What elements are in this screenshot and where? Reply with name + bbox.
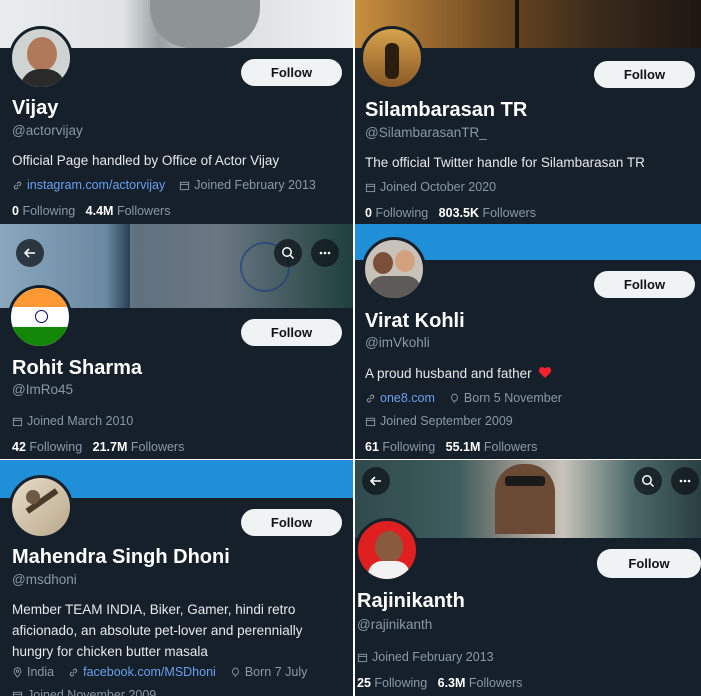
profile-handle: @msdhoni (12, 572, 77, 587)
profile-stats: 0 Following 4.4M Followers (12, 204, 170, 218)
profile-name: Silambarasan TR (365, 99, 528, 121)
follow-button-silambarasan[interactable]: Follow (594, 61, 695, 88)
calendar-icon (357, 653, 368, 662)
back-button[interactable] (16, 239, 44, 267)
profile-name: Vijay (12, 97, 59, 119)
profile-card-virat: Follow Virat Kohli @imVkohli A proud hus… (355, 224, 701, 459)
following-link[interactable]: 0 Following (365, 206, 428, 220)
calendar-icon (365, 183, 376, 192)
profile-bio: The official Twitter handle for Silambar… (365, 155, 645, 170)
profile-bio: Member TEAM INDIA, Biker, Gamer, hindi r… (12, 602, 303, 659)
joined-date: Joined November 2009 (27, 688, 157, 696)
profile-handle: @rajinikanth (357, 617, 433, 632)
search-icon (642, 475, 655, 488)
joined-date: Joined February 2013 (372, 650, 494, 664)
profile-card-rohit: Follow Rohit Sharma @ImRo45 Joined March… (0, 224, 353, 459)
profile-card-vijay: Follow Vijay @actorvijay Official Page h… (0, 0, 353, 224)
profile-stats: 0 Following 803.5K Followers (365, 206, 536, 220)
follow-button-rohit[interactable]: Follow (241, 319, 342, 346)
following-link[interactable]: 61 Following (365, 440, 435, 454)
location: India (27, 665, 55, 679)
calendar-icon (365, 417, 376, 426)
avatar-rajinikanth[interactable] (355, 518, 419, 582)
profile-meta: instagram.com/actorvijay Joined February… (12, 178, 316, 192)
followers-link[interactable]: 55.1M Followers (446, 440, 538, 454)
profile-meta-joined: Joined September 2009 (365, 414, 513, 428)
birthday-balloon-icon (231, 667, 239, 677)
profile-stats: 61 Following 55.1M Followers (365, 440, 537, 454)
profile-handle: @SilambarasanTR_ (365, 125, 487, 140)
profile-link[interactable]: instagram.com/actorvijay (27, 178, 165, 192)
follow-button-rajinikanth[interactable]: Follow (597, 549, 701, 578)
back-button[interactable] (362, 467, 390, 495)
search-button[interactable] (274, 239, 302, 267)
birth-date: Born 7 July (244, 665, 308, 679)
profile-meta: Joined March 2010 (12, 414, 133, 428)
followers-link[interactable]: 21.7M Followers (93, 440, 185, 454)
link-icon (366, 394, 375, 402)
profile-stats: 42 Following 21.7M Followers (12, 440, 184, 454)
search-icon (282, 247, 295, 260)
calendar-icon (12, 691, 23, 696)
following-link[interactable]: 42 Following (12, 440, 82, 454)
profile-meta: Joined February 2013 (357, 650, 494, 664)
calendar-icon (12, 417, 23, 426)
profile-bio: A proud husband and father (365, 363, 552, 384)
joined-date: Joined February 2013 (194, 178, 316, 192)
profile-bio: Official Page handled by Office of Actor… (12, 153, 280, 168)
profile-name: Mahendra Singh Dhoni (12, 546, 230, 568)
more-button[interactable] (311, 239, 339, 267)
following-link[interactable]: 25 Following (357, 676, 427, 690)
profile-handle: @ImRo45 (12, 382, 73, 397)
profile-name: Rohit Sharma (12, 357, 143, 379)
birth-date: Born 5 November (463, 391, 562, 405)
profile-card-dhoni: Follow Mahendra Singh Dhoni @msdhoni Mem… (0, 460, 353, 696)
joined-date: Joined October 2020 (380, 180, 497, 194)
profile-meta: Joined October 2020 (365, 180, 496, 194)
link-icon (13, 181, 22, 189)
more-icon (319, 251, 331, 255)
profile-card-rajinikanth: Follow Rajinikanth @rajinikanth Joined F… (355, 460, 701, 696)
avatar-virat[interactable] (362, 237, 426, 301)
profile-name: Rajinikanth (357, 590, 465, 612)
profile-name: Virat Kohli (365, 310, 465, 332)
follow-button-vijay[interactable]: Follow (241, 59, 342, 86)
profile-meta: India facebook.com/MSDhoni Born 7 July (12, 665, 307, 679)
profile-card-silambarasan: Follow Silambarasan TR @SilambarasanTR_ … (355, 0, 701, 224)
more-button[interactable] (671, 467, 699, 495)
back-arrow-icon (23, 248, 35, 258)
location-icon (13, 666, 22, 678)
profile-link[interactable]: facebook.com/MSDhoni (83, 665, 216, 679)
follow-button-dhoni[interactable]: Follow (241, 509, 342, 536)
following-link[interactable]: 0 Following (12, 204, 75, 218)
profile-handle: @imVkohli (365, 335, 430, 350)
birthday-balloon-icon (451, 393, 458, 403)
avatar-silambarasan[interactable] (360, 26, 424, 90)
joined-date: Joined March 2010 (27, 414, 134, 428)
avatar-vijay[interactable] (9, 26, 73, 90)
follow-button-virat[interactable]: Follow (594, 271, 695, 298)
followers-link[interactable]: 6.3M Followers (438, 676, 523, 690)
profile-link[interactable]: one8.com (380, 391, 435, 405)
back-arrow-icon (369, 476, 381, 486)
joined-date: Joined September 2009 (380, 414, 513, 428)
red-heart-icon (539, 367, 552, 378)
followers-link[interactable]: 4.4M Followers (86, 204, 171, 218)
link-icon (69, 668, 78, 676)
profile-handle: @actorvijay (12, 123, 83, 138)
more-icon (679, 479, 691, 483)
avatar-dhoni[interactable] (9, 475, 73, 539)
avatar-rohit[interactable] (8, 285, 72, 349)
profile-meta: one8.com Born 5 November (365, 391, 562, 405)
followers-link[interactable]: 803.5K Followers (439, 206, 536, 220)
calendar-icon (180, 181, 190, 190)
profile-meta-joined: Joined November 2009 (12, 688, 156, 696)
search-button[interactable] (634, 467, 662, 495)
profile-stats: 25 Following 6.3M Followers (357, 676, 522, 690)
